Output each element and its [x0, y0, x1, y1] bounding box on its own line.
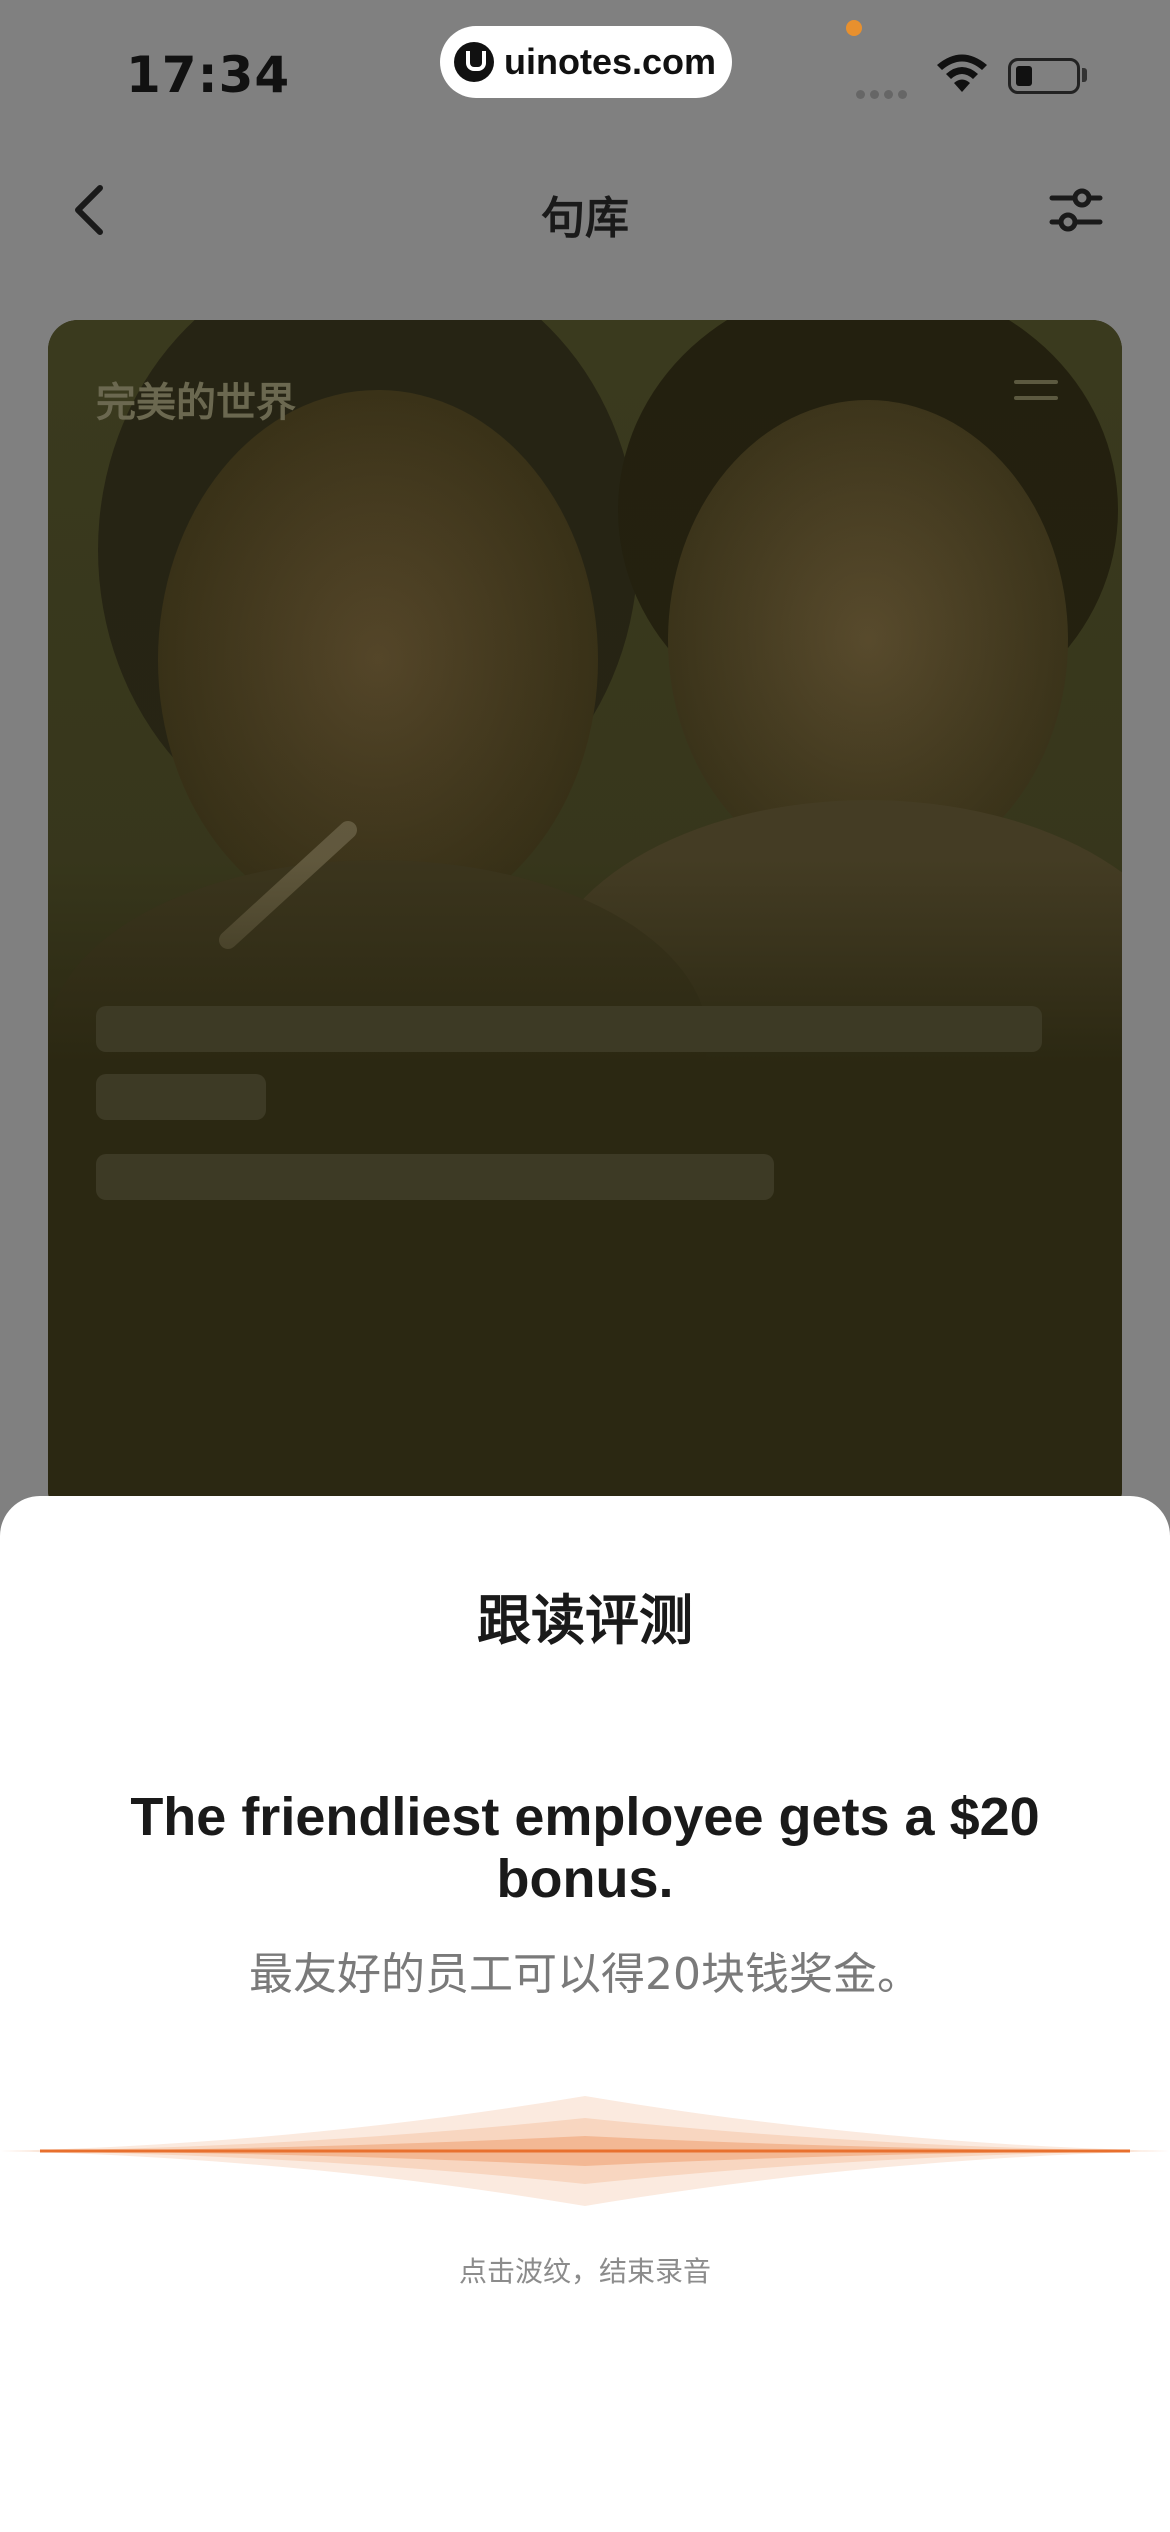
recording-hint: 点击波纹，结束录音 — [458, 2255, 711, 2288]
battery-icon — [1008, 58, 1080, 94]
sentence-english: The friendliest employee gets a $20 bonu… — [130, 1787, 1040, 1909]
menu-icon[interactable] — [1014, 376, 1058, 406]
sentence-chinese: 最友好的员工可以得20块钱奖金。 — [249, 1949, 921, 2000]
placeholder-line — [96, 1074, 266, 1120]
url-pill[interactable]: uinotes.com — [440, 26, 732, 98]
url-text: uinotes.com — [504, 41, 717, 82]
sliders-icon[interactable] — [1046, 180, 1106, 240]
sentence-card[interactable]: 完美的世界 — [48, 320, 1122, 1520]
wifi-icon — [937, 54, 987, 92]
card-title: 完美的世界 — [96, 380, 296, 426]
nav-bar: 句库 — [0, 150, 1170, 270]
page-title: 句库 — [541, 193, 629, 244]
cellular-signal-icon — [856, 84, 912, 103]
privacy-indicator-dot — [846, 20, 862, 36]
follow-read-sheet: 跟读评测 The friendliest employee gets a $20… — [0, 1496, 1170, 2532]
placeholder-line — [96, 1154, 774, 1200]
recording-wave-button[interactable] — [0, 2096, 1170, 2206]
battery-tip — [1082, 68, 1087, 82]
status-time: 17:34 — [126, 46, 291, 104]
placeholder-line — [96, 1006, 1042, 1052]
sheet-title: 跟读评测 — [477, 1589, 693, 1652]
uinotes-logo-icon — [454, 42, 494, 82]
status-bar: 17:34 uinotes.com — [0, 0, 1170, 130]
movie-still-image — [48, 320, 1122, 1520]
